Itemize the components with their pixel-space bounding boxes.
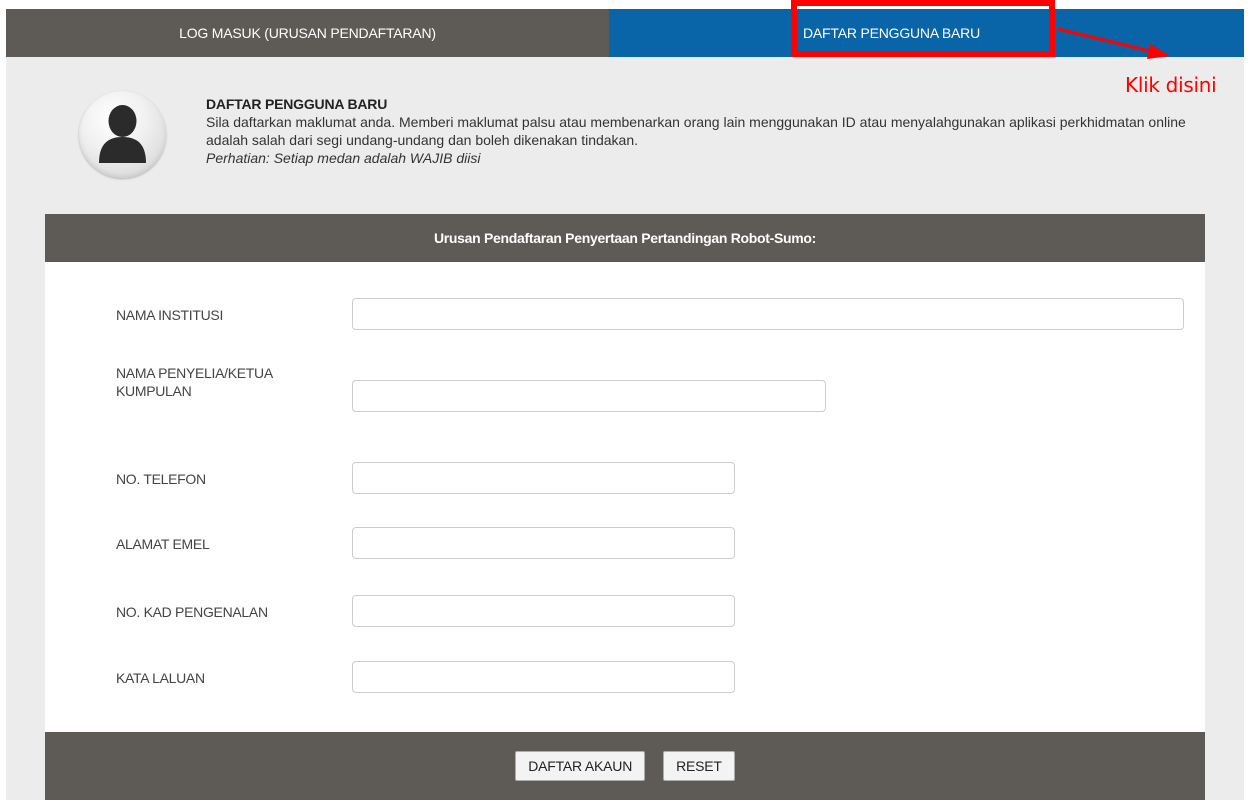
tab-login[interactable]: LOG MASUK (URUSAN PENDAFTARAN)	[6, 9, 609, 57]
email-label: ALAMAT EMEL	[116, 536, 210, 552]
tab-bar: LOG MASUK (URUSAN PENDAFTARAN) DAFTAR PE…	[6, 9, 1244, 57]
user-avatar-icon	[79, 91, 166, 178]
tab-register[interactable]: DAFTAR PENGGUNA BARU	[609, 9, 1244, 57]
ic-input[interactable]	[352, 595, 735, 627]
email-input[interactable]	[352, 527, 735, 559]
form-footer: DAFTAR AKAUN RESET	[45, 732, 1205, 800]
intro-description: Sila daftarkan maklumat anda. Memberi ma…	[206, 114, 1186, 148]
intro-text: DAFTAR PENGGUNA BARU Sila daftarkan makl…	[206, 95, 1219, 167]
password-input[interactable]	[352, 661, 735, 693]
user-silhouette-icon	[99, 105, 146, 163]
ic-label: NO. KAD PENGENALAN	[116, 604, 268, 620]
supervisor-label: NAMA PENYELIA/KETUA KUMPULAN	[116, 365, 273, 399]
reset-button[interactable]: RESET	[663, 751, 735, 781]
phone-input[interactable]	[352, 462, 735, 494]
institution-label: NAMA INSTITUSI	[116, 307, 224, 323]
intro-title: DAFTAR PENGGUNA BARU	[206, 96, 388, 112]
phone-label: NO. TELEFON	[116, 471, 206, 487]
form-header-title: Urusan Pendaftaran Penyertaan Pertanding…	[433, 230, 817, 246]
register-account-button[interactable]: DAFTAR AKAUN	[515, 751, 646, 781]
tab-login-label: LOG MASUK (URUSAN PENDAFTARAN)	[179, 25, 436, 41]
password-label: KATA LALUAN	[116, 670, 205, 686]
supervisor-input[interactable]	[352, 380, 826, 412]
registration-form: Urusan Pendaftaran Penyertaan Pertanding…	[45, 214, 1205, 800]
tab-register-label: DAFTAR PENGGUNA BARU	[803, 25, 980, 41]
institution-input[interactable]	[352, 298, 1184, 330]
registration-panel: LOG MASUK (URUSAN PENDAFTARAN) DAFTAR PE…	[6, 9, 1244, 800]
form-header: Urusan Pendaftaran Penyertaan Pertanding…	[45, 214, 1205, 262]
annotation-label: Klik disini	[1125, 73, 1217, 97]
intro-note: Perhatian: Setiap medan adalah WAJIB dii…	[206, 150, 481, 166]
